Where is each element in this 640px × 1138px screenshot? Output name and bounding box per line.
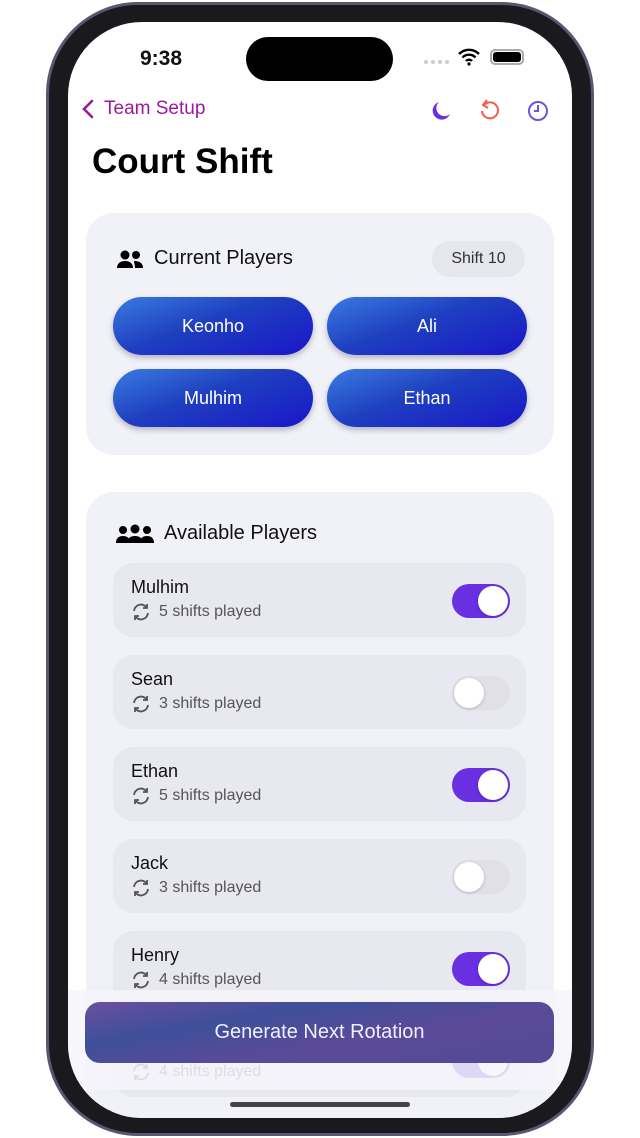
available-players-title: Available Players — [164, 522, 318, 544]
people-icon — [117, 250, 143, 268]
availability-toggle[interactable] — [452, 860, 510, 894]
shift-badge: Shift 10 — [432, 241, 525, 277]
status-time: 9:38 — [140, 47, 183, 70]
player-chip[interactable]: Ethan — [327, 369, 527, 427]
shifts-played: 3 shifts played — [159, 879, 262, 896]
shifts-played: 3 shifts played — [159, 695, 262, 712]
back-label: Team Setup — [104, 98, 206, 119]
screen: 9:38 Team Setup Court Shift Current Play… — [68, 22, 572, 1118]
current-players-title: Current Players — [154, 247, 293, 269]
availability-toggle[interactable] — [452, 768, 510, 802]
history-icon[interactable] — [527, 100, 549, 122]
toggle-knob — [478, 586, 508, 616]
page-title: Court Shift — [92, 142, 273, 181]
player-chip[interactable]: Keonho — [113, 297, 313, 355]
player-name: Mulhim — [131, 577, 190, 597]
shifts-info: 5 shifts played — [131, 603, 261, 621]
player-chip[interactable]: Mulhim — [113, 369, 313, 427]
moon-icon[interactable] — [430, 100, 452, 122]
player-row: Ethan 5 shifts played — [113, 747, 526, 821]
toggle-knob — [478, 954, 508, 984]
rotation-icon — [133, 695, 149, 713]
rotation-icon — [133, 971, 149, 989]
rotation-icon — [133, 879, 149, 897]
signal-icon — [424, 60, 449, 64]
battery-icon — [490, 49, 524, 65]
shifts-info: 5 shifts played — [131, 787, 261, 805]
current-players-card: Current Players Shift 10 Keonho Ali Mulh… — [86, 213, 554, 455]
player-row: Sean 3 shifts played — [113, 655, 526, 729]
available-players-header: Available Players — [116, 522, 317, 545]
back-button[interactable]: Team Setup — [82, 98, 205, 120]
player-name: Henry — [131, 945, 180, 965]
chevron-left-icon — [82, 99, 94, 119]
shifts-info: 4 shifts played — [131, 971, 261, 989]
dynamic-island — [246, 37, 393, 81]
shifts-played: 5 shifts played — [159, 603, 262, 620]
availability-toggle[interactable] — [452, 676, 510, 710]
shifts-played: 5 shifts played — [159, 787, 262, 804]
toggle-knob — [454, 678, 484, 708]
shifts-info: 3 shifts played — [131, 879, 261, 897]
toggle-knob — [454, 862, 484, 892]
rotation-icon — [133, 787, 149, 805]
rotation-icon — [133, 603, 149, 621]
wifi-icon — [458, 48, 480, 66]
player-name: Jack — [131, 853, 169, 873]
player-row: Jack 3 shifts played — [113, 839, 526, 913]
reset-icon[interactable] — [478, 98, 500, 122]
availability-toggle[interactable] — [452, 952, 510, 986]
player-chip[interactable]: Ali — [327, 297, 527, 355]
shifts-played: 4 shifts played — [159, 971, 262, 988]
player-name: Ethan — [131, 761, 179, 781]
toggle-knob — [478, 770, 508, 800]
player-name: Sean — [131, 669, 174, 689]
shifts-info: 3 shifts played — [131, 695, 261, 713]
availability-toggle[interactable] — [452, 584, 510, 618]
group-icon — [116, 524, 154, 543]
player-row: Mulhim 5 shifts played — [113, 563, 526, 637]
home-indicator — [230, 1102, 410, 1107]
generate-rotation-button[interactable]: Generate Next Rotation — [85, 1002, 554, 1063]
current-players-header: Current Players — [116, 247, 293, 270]
